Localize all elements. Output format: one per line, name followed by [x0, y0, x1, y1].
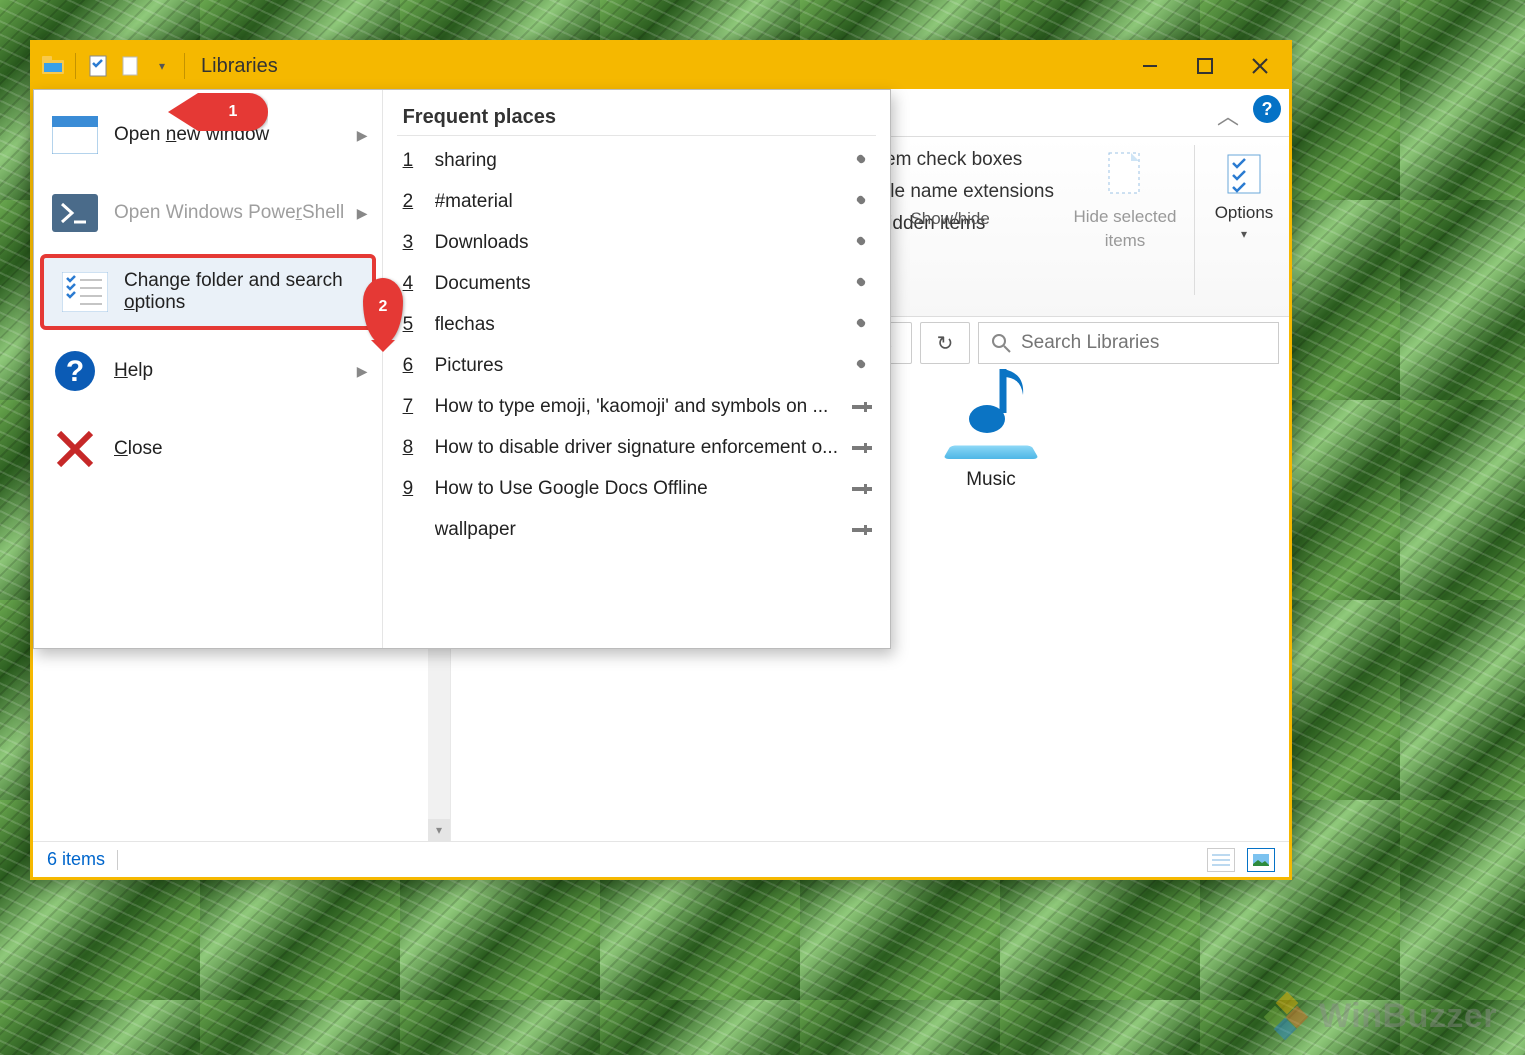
refresh-button[interactable]: ↻	[920, 322, 970, 364]
window-title: Libraries	[201, 55, 278, 78]
separator	[75, 53, 76, 79]
properties-icon[interactable]	[84, 52, 112, 80]
frequent-place-item[interactable]: 6 Pictures	[397, 345, 876, 386]
frequent-place-number: 8	[403, 437, 421, 459]
frequent-place-number: 3	[403, 232, 421, 254]
frequent-place-item[interactable]: 3 Downloads	[397, 222, 876, 263]
svg-text:?: ?	[66, 355, 84, 388]
frequent-place-label: sharing	[435, 150, 838, 172]
pin-outline-icon[interactable]	[852, 523, 876, 537]
watermark-text: WinBuzzer	[1319, 997, 1497, 1036]
menu-change-folder-options[interactable]: Change folder and search options	[40, 254, 376, 330]
file-item[interactable]: Music	[911, 389, 1071, 491]
frequent-place-number: 4	[403, 273, 421, 295]
frequent-place-item[interactable]: 2 #material	[397, 181, 876, 222]
frequent-place-item[interactable]: 9 How to Use Google Docs Offline	[397, 468, 876, 509]
options-list-icon	[62, 269, 108, 315]
frequent-place-label: Downloads	[435, 232, 838, 254]
help-button[interactable]: ?	[1253, 95, 1281, 123]
frequent-place-item[interactable]: 7 How to type emoji, 'kaomoji' and symbol…	[397, 386, 876, 427]
frequent-place-label: How to disable driver signature enforcem…	[435, 437, 838, 459]
thumbnails-view-button[interactable]	[1247, 848, 1275, 872]
help-icon: ?	[52, 348, 98, 394]
page-icon	[1103, 149, 1147, 203]
frequent-place-label: #material	[435, 191, 838, 213]
pin-icon[interactable]	[852, 357, 876, 375]
file-menu: Open new window ▶ Open Windows PowerShel…	[33, 89, 891, 649]
frequent-place-number: 9	[403, 478, 421, 500]
frequent-place-number: 7	[403, 396, 421, 418]
pin-outline-icon[interactable]	[852, 400, 876, 414]
explorer-window: ▾ Libraries File ︿ ? Item check boxes Fi…	[30, 40, 1292, 880]
frequent-places-title: Frequent places	[397, 100, 876, 136]
chevron-right-icon: ▶	[357, 363, 368, 380]
frequent-place-label: Pictures	[435, 355, 838, 377]
search-input[interactable]	[1021, 332, 1266, 354]
frequent-place-number: 1	[403, 150, 421, 172]
options-button[interactable]: Options ▾	[1199, 145, 1289, 241]
frequent-place-number: 5	[403, 314, 421, 336]
frequent-place-item[interactable]: 5 flechas	[397, 304, 876, 345]
chevron-down-icon: ▾	[1241, 227, 1247, 241]
pin-icon[interactable]	[852, 316, 876, 334]
music-folder-icon	[943, 389, 1039, 459]
details-view-button[interactable]	[1207, 848, 1235, 872]
frequent-place-item[interactable]: 1 sharing	[397, 140, 876, 181]
menu-open-powershell[interactable]: Open Windows PowerShell ▶	[34, 174, 382, 252]
frequent-place-item[interactable]: 8 How to disable driver signature enforce…	[397, 427, 876, 468]
new-window-icon	[52, 112, 98, 158]
chevron-right-icon: ▶	[357, 127, 368, 144]
menu-help[interactable]: ? Help ▶	[34, 332, 382, 410]
search-box[interactable]	[978, 322, 1279, 364]
ribbon-group-label: Show/hide	[910, 209, 989, 229]
quick-access-toolbar: ▾	[35, 52, 193, 80]
frequent-place-item[interactable]: wallpaper	[397, 509, 876, 550]
frequent-place-label: wallpaper	[435, 519, 838, 541]
frequent-place-item[interactable]: 4 Documents	[397, 263, 876, 304]
separator	[184, 53, 185, 79]
frequent-place-number: 6	[403, 355, 421, 377]
frequent-place-label: flechas	[435, 314, 838, 336]
new-folder-icon[interactable]	[116, 52, 144, 80]
maximize-button[interactable]	[1177, 44, 1232, 88]
menu-close[interactable]: Close	[34, 410, 382, 488]
close-icon	[52, 426, 98, 472]
frequent-place-label: How to type emoji, 'kaomoji' and symbols…	[435, 396, 838, 418]
pin-icon[interactable]	[852, 234, 876, 252]
item-count: 6 items	[47, 849, 105, 870]
pin-icon[interactable]	[852, 152, 876, 170]
frequent-place-label: How to Use Google Docs Offline	[435, 478, 838, 500]
hide-selected-button[interactable]: Hide selected items	[1060, 145, 1190, 251]
explorer-icon	[39, 52, 67, 80]
titlebar: ▾ Libraries	[33, 43, 1289, 89]
frequent-place-number: 2	[403, 191, 421, 213]
pin-icon[interactable]	[852, 193, 876, 211]
pin-icon[interactable]	[852, 275, 876, 293]
status-bar: 6 items	[33, 841, 1289, 877]
file-menu-right: Frequent places 1 sharing 2 #material 3 Downl…	[382, 90, 890, 648]
close-button[interactable]	[1232, 44, 1287, 88]
frequent-place-label: Documents	[435, 273, 838, 295]
options-icon	[1224, 149, 1264, 199]
chevron-right-icon: ▶	[357, 205, 368, 222]
file-menu-left: Open new window ▶ Open Windows PowerShel…	[34, 90, 382, 648]
powershell-icon	[52, 190, 98, 236]
search-icon	[991, 333, 1011, 353]
minimize-button[interactable]	[1122, 44, 1177, 88]
scroll-down-icon[interactable]: ▾	[428, 819, 450, 841]
watermark-logo-icon	[1263, 995, 1311, 1037]
pin-outline-icon[interactable]	[852, 482, 876, 496]
collapse-ribbon-icon[interactable]: ︿	[1217, 99, 1239, 131]
qat-dropdown-icon[interactable]: ▾	[148, 52, 176, 80]
pin-outline-icon[interactable]	[852, 441, 876, 455]
watermark: WinBuzzer	[1263, 995, 1497, 1037]
file-label: Music	[966, 469, 1016, 491]
